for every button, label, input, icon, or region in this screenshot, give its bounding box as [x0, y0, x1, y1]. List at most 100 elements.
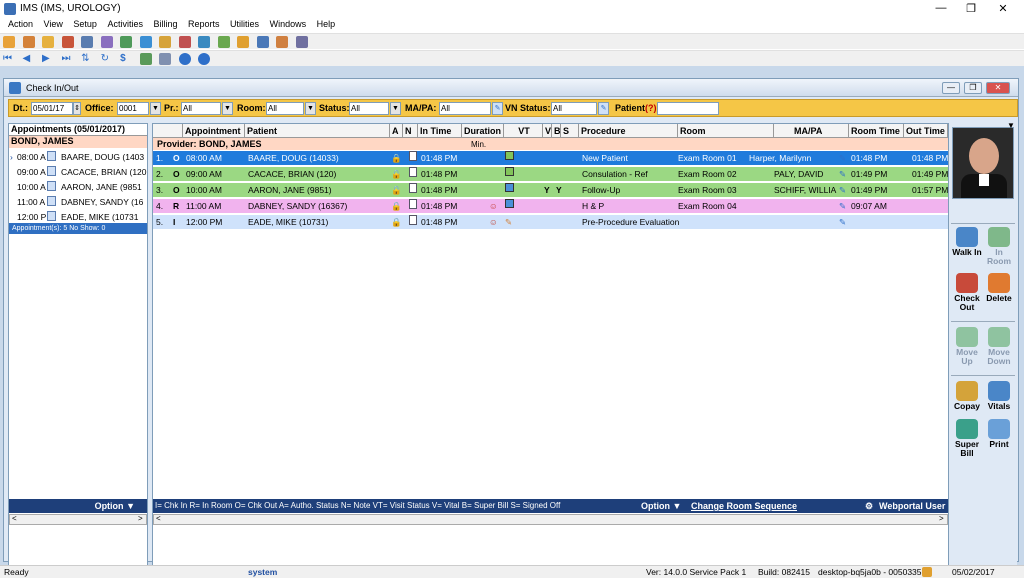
note-icon[interactable] [409, 199, 417, 209]
visit-status-icon[interactable] [505, 199, 514, 208]
vn-status-field[interactable]: All [551, 102, 597, 115]
col-header-room[interactable]: Room [678, 124, 774, 138]
reload-icon[interactable]: ↻ [101, 53, 113, 65]
vn-status-lookup-icon[interactable]: ✎ [598, 102, 609, 115]
grid-horizontal-scrollbar[interactable]: < > [153, 514, 948, 525]
checked-in-person-icon[interactable]: ☺ [489, 215, 498, 230]
schedule-icon[interactable] [217, 36, 230, 48]
move-up-button[interactable]: Move Up [951, 327, 983, 366]
refresh-icon[interactable] [139, 36, 152, 48]
grid-option-button[interactable]: Option ▼ [641, 499, 681, 513]
provider-dropdown[interactable]: ▼ [222, 102, 233, 115]
menu-reports[interactable]: Reports [188, 18, 220, 29]
dollar-icon[interactable]: $ [120, 53, 132, 65]
notes-icon[interactable] [237, 36, 250, 48]
autho-lock-icon[interactable]: 🔒 [391, 167, 402, 182]
print-button[interactable]: Print [983, 419, 1015, 449]
list-item[interactable]: › 08:00 A BAARE, DOUG (1403 [9, 149, 147, 164]
chart2-icon[interactable] [139, 53, 152, 65]
col-header-patient[interactable]: Patient [245, 124, 390, 138]
window-restore-icon[interactable]: ❐ [964, 82, 982, 94]
table-row[interactable]: 2. O 09:00 AM CACACE, BRIAN (120) 🔒 01:4… [153, 167, 948, 182]
webportal-user-label[interactable]: Webportal User [879, 499, 945, 513]
room-select[interactable]: All [266, 102, 304, 115]
sort-icon[interactable]: ⇅ [81, 53, 93, 65]
delete-button[interactable]: Delete [983, 273, 1015, 303]
room-edit-icon[interactable]: ✎ [839, 167, 846, 182]
restore-icon[interactable]: ❐ [956, 2, 986, 15]
col-header-out-time[interactable]: Out Time [904, 124, 948, 138]
document-icon[interactable] [120, 36, 133, 48]
inbox-icon[interactable] [159, 36, 172, 48]
copay-button[interactable]: Copay [951, 381, 983, 411]
list-item[interactable]: 12:00 P EADE, MIKE (10731 [9, 209, 147, 224]
room-edit-icon[interactable]: ✎ [839, 183, 846, 198]
settings-icon[interactable] [159, 53, 172, 65]
col-header-mapa[interactable]: MA/PA [774, 124, 849, 138]
menu-action[interactable]: Action [8, 18, 33, 29]
user-icon[interactable] [3, 36, 15, 48]
status-dropdown[interactable]: ▼ [390, 102, 401, 115]
left-option-button[interactable]: Option ▼ [9, 499, 147, 513]
office-dropdown[interactable]: ▼ [150, 102, 161, 115]
col-header-v[interactable]: V [543, 124, 552, 138]
close-icon[interactable]: ✕ [988, 2, 1018, 15]
calendar-icon[interactable] [61, 36, 74, 48]
in-room-person-icon[interactable]: ☺ [489, 199, 498, 214]
note-icon[interactable] [409, 151, 417, 161]
col-header-vt[interactable]: VT [504, 124, 543, 138]
note-icon[interactable] [409, 183, 417, 193]
window-minimize-icon[interactable]: — [942, 82, 960, 94]
patient-field[interactable] [657, 102, 719, 115]
note-icon[interactable] [409, 215, 417, 225]
previous-icon[interactable]: ◀ [23, 53, 35, 65]
super-bill-button[interactable]: Super Bill [951, 419, 983, 458]
col-header-appointment[interactable]: Appointment [183, 124, 245, 138]
mapa-lookup-icon[interactable]: ✎ [492, 102, 503, 115]
table-row[interactable]: 4. R 11:00 AM DABNEY, SANDY (16367) 🔒 01… [153, 199, 948, 214]
room-edit-icon[interactable]: ✎ [839, 199, 846, 214]
chart-icon[interactable] [81, 36, 94, 48]
col-header-procedure[interactable]: Procedure [579, 124, 678, 138]
autho-lock-icon[interactable]: 🔒 [391, 151, 402, 166]
window-close-icon[interactable]: ✕ [986, 82, 1010, 94]
list-item[interactable]: 10:00 A AARON, JANE (9851 [9, 179, 147, 194]
col-header-a[interactable]: A [390, 124, 403, 138]
room-edit-icon[interactable]: ✎ [839, 151, 846, 166]
visit-status-icon[interactable] [505, 167, 514, 176]
table-row[interactable]: 1. O 08:00 AM BAARE, DOUG (14033) 🔒 01:4… [153, 151, 948, 166]
list-item[interactable]: 09:00 A CACACE, BRIAN (120 [9, 164, 147, 179]
menu-view[interactable]: View [44, 18, 63, 29]
scroll-right-icon[interactable]: > [939, 514, 944, 523]
col-header-in-time[interactable]: In Time [418, 124, 462, 138]
move-down-button[interactable]: Move Down [983, 327, 1015, 366]
col-header-room-time[interactable]: Room Time [849, 124, 904, 138]
change-room-sequence-link[interactable]: Change Room Sequence [691, 499, 797, 513]
in-room-button[interactable]: In Room [983, 227, 1015, 266]
info-icon[interactable] [178, 53, 191, 65]
table-row[interactable]: 5. I 12:00 PM EADE, MIKE (10731) 🔒 01:48… [153, 215, 948, 230]
cancel-icon[interactable] [198, 53, 211, 65]
lab-icon[interactable] [100, 36, 113, 48]
last-icon[interactable]: ⏭ [62, 53, 74, 65]
table-row[interactable]: 3. O 10:00 AM AARON, JANE (9851) 🔒 01:48… [153, 183, 948, 198]
vital-status-icon[interactable] [505, 183, 514, 192]
alert-icon[interactable] [178, 36, 191, 48]
visit-edit-icon[interactable]: ✎ [505, 215, 512, 230]
left-horizontal-scrollbar[interactable]: < > [9, 514, 147, 525]
report-icon[interactable] [198, 36, 211, 48]
first-icon[interactable]: ⏮ [3, 53, 15, 65]
note-icon[interactable] [409, 167, 417, 177]
scroll-left-icon[interactable]: < [12, 514, 17, 523]
photo-menu-chevron-icon[interactable]: ▼ [1007, 121, 1015, 130]
autho-lock-icon[interactable]: 🔒 [391, 183, 402, 198]
provider-select[interactable]: All [181, 102, 221, 115]
office-field[interactable]: 0001 [117, 102, 149, 115]
exit-icon[interactable] [295, 36, 308, 48]
room-dropdown[interactable]: ▼ [305, 102, 316, 115]
help-icon[interactable] [256, 36, 269, 48]
menu-setup[interactable]: Setup [73, 18, 97, 29]
status-select[interactable]: All [349, 102, 389, 115]
mapa-field[interactable]: All [439, 102, 491, 115]
scroll-right-icon[interactable]: > [138, 514, 143, 523]
